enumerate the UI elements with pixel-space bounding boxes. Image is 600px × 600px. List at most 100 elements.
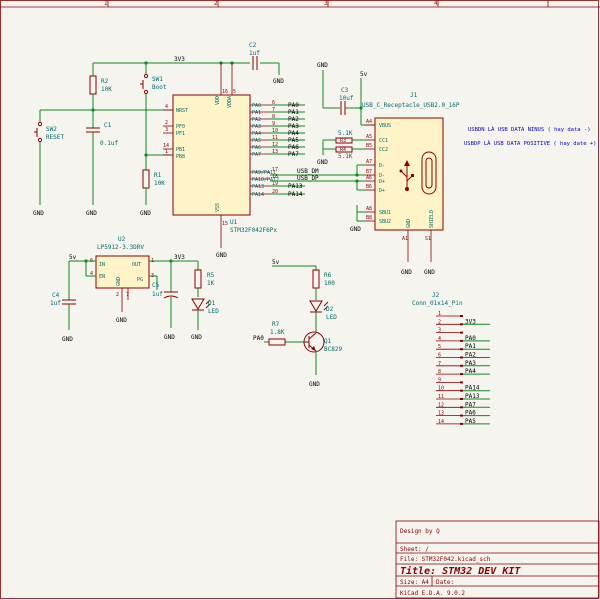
- u2-out-label: OUT: [132, 262, 141, 268]
- j1-value: USB_C_Receptacle_USB2.0_16P: [362, 102, 460, 109]
- u1-vdd-num: 16: [222, 89, 228, 95]
- r6-value: 100: [324, 280, 335, 287]
- c5-ref: C5: [152, 282, 160, 289]
- j2-net-label: PA3: [465, 360, 476, 367]
- net-5v-reg: 5v: [69, 254, 77, 261]
- u1-pin-label: PA3: [252, 124, 261, 130]
- frame-col-3: 3: [324, 0, 328, 7]
- j1-ref: J1: [410, 92, 418, 99]
- gnd-label-c1: GND: [86, 210, 97, 217]
- j2-pin-number: 7: [438, 361, 441, 367]
- c5-value: 1uf: [152, 291, 163, 298]
- gnd-label-c5: GND: [164, 334, 175, 341]
- j1-num-b8: B8: [366, 215, 372, 221]
- tb-file: File: STM32F042.kicad_sch: [400, 556, 491, 563]
- u1-right-pins: PA0 6PA1 7PA2 8PA3 9PA4 10PA5 11PA6 12PA7 13PA9/…: [250, 100, 279, 198]
- gnd-label-sw2: GND: [33, 210, 44, 217]
- capacitor-c5[interactable]: C5 1uf GND: [152, 282, 179, 341]
- resistor-r6[interactable]: R6 100: [312, 269, 335, 300]
- led-d2[interactable]: D2 LED: [309, 300, 337, 332]
- q1-wires: 5v PA0: [253, 259, 317, 343]
- capacitor-c3[interactable]: C3 10uf GND: [317, 62, 361, 115]
- sw2-value: RESET: [46, 134, 64, 141]
- j1-dp1-label: D+: [379, 179, 385, 185]
- frame-col-4: 4: [434, 0, 438, 7]
- gnd-label-r1: GND: [140, 210, 151, 217]
- j2-pin-number: 6: [438, 353, 441, 359]
- pin-header-j2[interactable]: J2 Conn_01x14_Pin 12345678910111213143V3…: [412, 292, 490, 425]
- net-label-pa13: PA13: [288, 183, 303, 190]
- u2-en-label: EN: [99, 274, 105, 280]
- u2-in-label: IN: [99, 262, 105, 268]
- j2-pin-number: 2: [438, 319, 441, 325]
- switch-sw1[interactable]: SW1 Boot: [140, 63, 167, 170]
- j1-num-b5: B5: [366, 143, 372, 149]
- switch-sw2[interactable]: SW2 RESET GND: [33, 110, 64, 217]
- u2-num-gnd: 2: [116, 292, 119, 298]
- u1-vss-label: VSS: [215, 203, 221, 212]
- j2-pin-number: 10: [438, 386, 444, 392]
- resistor-r7[interactable]: R7 1.8K: [268, 321, 305, 346]
- net-3v3-reg: 3V3: [174, 254, 185, 261]
- j2-pin-number: 9: [438, 377, 441, 383]
- net-label-pa2: PA2: [288, 116, 299, 123]
- j1-num-a1: A1: [402, 236, 408, 242]
- j1-dm1-label: D-: [379, 163, 385, 169]
- j2-net-label: PA4: [465, 368, 476, 375]
- u1-pf1-label: PF1: [176, 131, 185, 137]
- gnd-label-j1b: GND: [424, 269, 435, 276]
- frame-col-2: 2: [214, 0, 218, 7]
- capacitor-c4[interactable]: C4 1uf GND: [50, 292, 76, 343]
- usb-c-connector-j1[interactable]: J1 USB_C_Receptacle_USB2.0_16P VBUS CC1 …: [350, 92, 460, 276]
- u1-pin-number: 17: [272, 167, 278, 173]
- r4-value: 5.1K: [338, 153, 353, 160]
- resistor-r1[interactable]: R1 10K GND: [140, 169, 165, 217]
- c4-ref: C4: [52, 292, 60, 299]
- tb-size: Size: A4: [400, 579, 429, 586]
- resistor-r3[interactable]: 5.1K R3: [323, 130, 365, 144]
- gnd-label-q1: GND: [309, 381, 320, 388]
- u1-vss-num: 15: [222, 221, 228, 227]
- u1-pin-label: PA2: [252, 117, 261, 123]
- r1-value: 10K: [154, 180, 165, 187]
- j2-pins: 12345678910111213143V3PA0PA1PA2PA3PA4PA1…: [436, 311, 490, 425]
- net-label-pa3: PA3: [288, 123, 299, 130]
- r7-ref: R7: [272, 321, 280, 328]
- resistor-r5[interactable]: R5 1K: [194, 269, 215, 297]
- net-label-3v3-top: 3V3: [174, 56, 185, 63]
- sbu-wire: [356, 205, 365, 222]
- u1-pin-label: PA6: [252, 145, 261, 151]
- net-label-pa14: PA14: [288, 191, 303, 198]
- u1-pf1-num: 3: [165, 127, 168, 133]
- u1-vdd-label: VDD: [215, 96, 221, 105]
- j2-pin-number: 12: [438, 402, 444, 408]
- j1-sbu2-label: SBU2: [379, 219, 391, 225]
- resistor-r2[interactable]: R2 10K: [89, 63, 112, 110]
- mcu-u1[interactable]: VDD VDDA 16 5 VSS 15 GND NRST PF0 PF1 PB…: [163, 63, 279, 259]
- j1-num-a8: A8: [366, 206, 372, 212]
- j1-shield-label: SHIELD: [429, 210, 435, 228]
- net-label-pa6: PA6: [288, 144, 299, 151]
- title-block: Design by Q Sheet: / File: STM32F042.kic…: [395, 520, 600, 599]
- j1-num-a4: A4: [366, 119, 372, 125]
- net-label-pa5: PA5: [288, 137, 299, 144]
- r6-ref: R6: [324, 272, 332, 279]
- led-d1[interactable]: D1 LED GND: [191, 298, 219, 341]
- gnd-label-c3: GND: [317, 62, 328, 69]
- u1-pb8-num: 1: [165, 149, 168, 155]
- capacitor-c1[interactable]: C1 0.1uf GND: [86, 110, 118, 217]
- transistor-q1[interactable]: Q1 BC829 GND: [303, 331, 342, 388]
- j2-pin-number: 14: [438, 419, 444, 425]
- r3-ref: R3: [340, 138, 346, 144]
- gnd-label-c4: GND: [62, 336, 73, 343]
- net-label-pa7: PA7: [288, 151, 299, 158]
- gnd-label-d1: GND: [191, 334, 202, 341]
- gnd-label-r34: GND: [317, 159, 328, 166]
- u1-pin-label: PA1: [252, 110, 261, 116]
- j2-pin-number: 11: [438, 394, 444, 400]
- regulator-u2[interactable]: U2 LP5912-3.3DRV IN EN OUT PG GND 6 4 1 …: [90, 236, 154, 324]
- c2-ref: C2: [249, 42, 257, 49]
- sw1-value: Boot: [152, 84, 167, 91]
- gnd-label-u1: GND: [216, 252, 227, 259]
- vbus-wire: 5v: [359, 71, 375, 126]
